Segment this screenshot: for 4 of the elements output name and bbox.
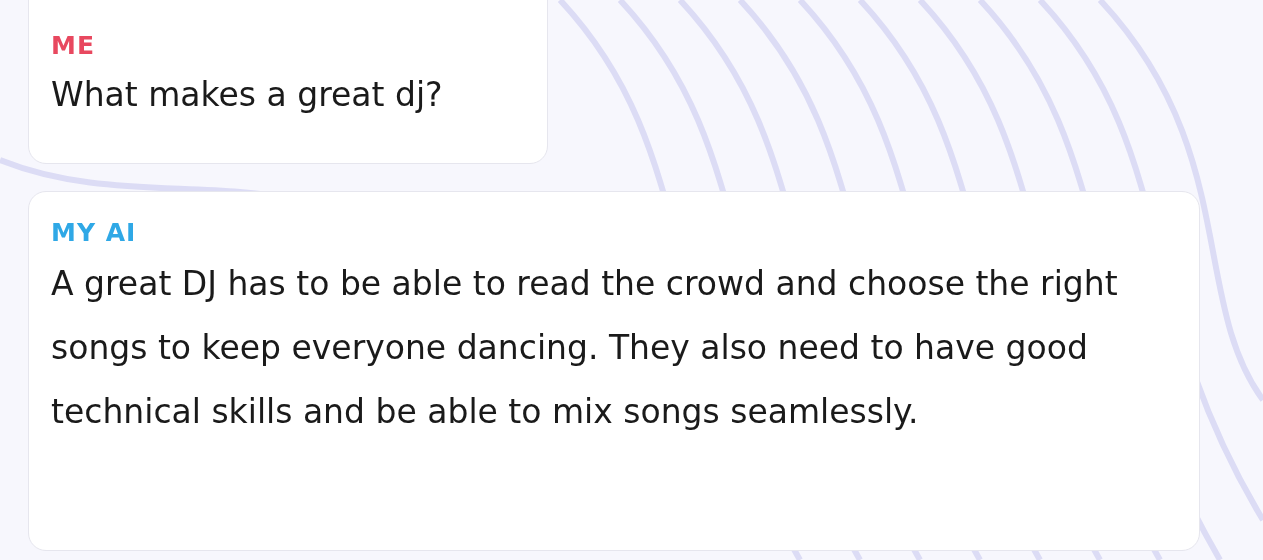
sender-label: MY AI	[51, 218, 137, 248]
message-text: A great DJ has to be able to read the crowd and choose the right songs to keep everyone dancing. They also need to have good technical skills and be able to mix songs seamlessly.	[51, 263, 1119, 433]
message-text: What makes a great dj?	[51, 74, 444, 116]
sender-label: ME	[51, 31, 95, 61]
